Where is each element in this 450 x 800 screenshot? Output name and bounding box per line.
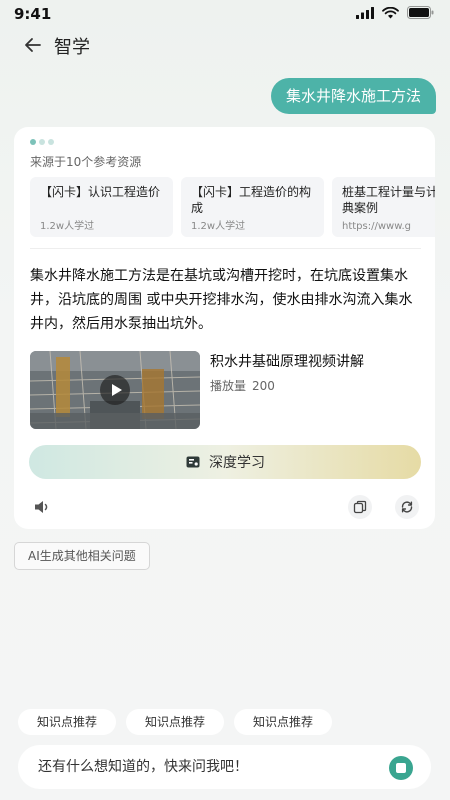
speaker-button[interactable] <box>32 497 52 517</box>
source-meta: https://www.g <box>342 221 411 232</box>
play-count-value: 200 <box>252 379 275 393</box>
input-bar <box>18 745 431 789</box>
status-time: 9:41 <box>14 5 52 23</box>
question-input[interactable] <box>38 745 378 789</box>
arrow-left-icon <box>25 38 41 52</box>
user-message-bubble: 集水井降水施工方法 <box>270 78 436 114</box>
video-item[interactable]: 积水井基础原理视频讲解 播放量 200 <box>30 351 425 429</box>
wifi-icon <box>382 6 399 18</box>
cellular-signal-icon <box>356 6 374 19</box>
status-bar: 9:41 <box>0 0 450 28</box>
play-icon[interactable] <box>100 375 130 405</box>
source-title: 【闪卡】认识工程造价 <box>40 185 161 199</box>
video-play-count: 播放量 200 <box>210 377 275 394</box>
copy-icon <box>353 500 367 514</box>
book-icon <box>186 456 200 468</box>
refresh-button[interactable] <box>395 495 419 519</box>
source-card[interactable]: 桩基工程计量与计价经典案例 https://www.g <box>332 177 435 237</box>
refresh-icon <box>401 501 413 513</box>
answer-text: 集水井降水施工方法是在基坑或沟槽开挖时，在坑底设置集水井，沿坑底的周围 或中央开… <box>30 268 413 332</box>
deep-learn-label: 深度学习 <box>209 455 265 471</box>
chip-knowledge-recommend[interactable]: 知识点推荐 <box>234 709 333 735</box>
video-title: 积水井基础原理视频讲解 <box>210 354 364 370</box>
source-meta: 1.2w人学过 <box>40 221 95 232</box>
copy-button[interactable] <box>348 495 372 519</box>
loading-dots <box>30 139 54 145</box>
battery-icon <box>407 6 434 19</box>
back-button[interactable] <box>22 34 44 56</box>
source-title: 桩基工程计量与计价经典案例 <box>342 185 435 215</box>
source-card[interactable]: 【闪卡】工程造价的构成 1.2w人学过 <box>181 177 324 237</box>
deep-learn-button[interactable]: 深度学习 <box>29 445 421 479</box>
source-meta: 1.2w人学过 <box>191 221 246 232</box>
answer-card: 来源于10个参考资源 【闪卡】认识工程造价 1.2w人学过 【闪卡】工程造价的构… <box>14 127 435 529</box>
chip-knowledge-recommend[interactable]: 知识点推荐 <box>126 709 225 735</box>
status-icons <box>356 6 434 19</box>
sources-list: 【闪卡】认识工程造价 1.2w人学过 【闪卡】工程造价的构成 1.2w人学过 桩… <box>30 177 435 239</box>
page-title: 智学 <box>54 37 90 58</box>
source-card[interactable]: 【闪卡】认识工程造价 1.2w人学过 <box>30 177 173 237</box>
speaker-icon <box>35 501 48 513</box>
suggestion-chips: 知识点推荐 知识点推荐 知识点推荐 <box>18 709 333 735</box>
play-count-label: 播放量 <box>210 379 247 393</box>
chip-knowledge-recommend[interactable]: 知识点推荐 <box>18 709 117 735</box>
nav-bar: 智学 <box>0 28 450 62</box>
sources-label: 来源于10个参考资源 <box>30 155 142 169</box>
video-thumbnail[interactable] <box>30 351 200 429</box>
send-button[interactable] <box>389 756 413 780</box>
source-title: 【闪卡】工程造价的构成 <box>191 185 312 215</box>
divider <box>30 248 421 249</box>
ai-related-questions-button[interactable]: AI生成其他相关问题 <box>14 542 150 570</box>
